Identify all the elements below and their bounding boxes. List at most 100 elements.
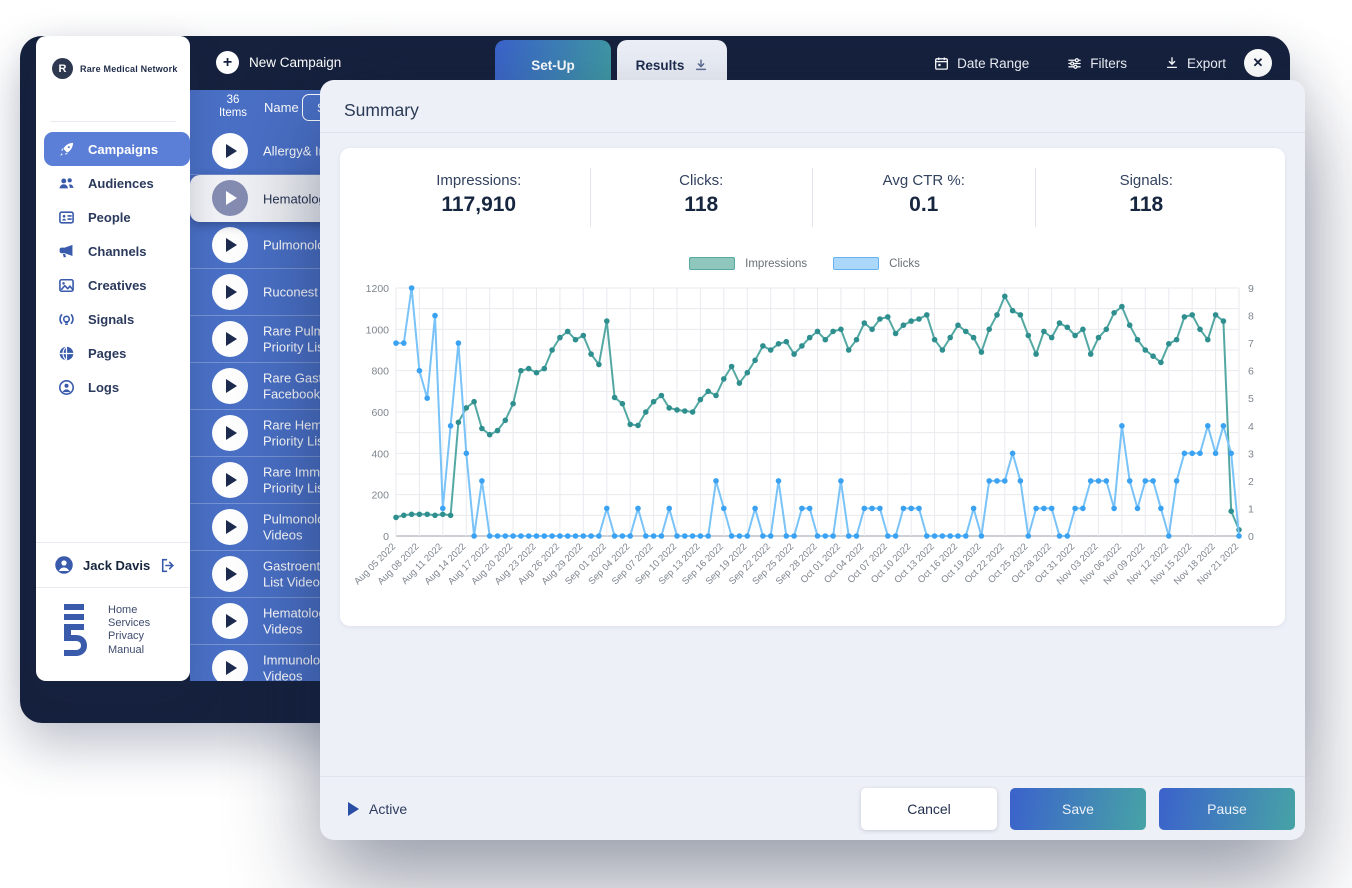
stat-avg-ctr: Avg CTR %: 0.1: [813, 168, 1036, 227]
new-campaign-button[interactable]: + New Campaign: [216, 51, 341, 74]
close-icon[interactable]: ✕: [1244, 49, 1272, 77]
stat-impressions: Impressions: 117,910: [368, 168, 591, 227]
divider: [50, 121, 176, 122]
play-icon[interactable]: [212, 274, 248, 310]
sidebar-item-channels[interactable]: Channels: [36, 234, 190, 268]
footer-link-manual[interactable]: Manual: [108, 644, 150, 657]
footer-links: Home Services Privacy Manual: [108, 604, 150, 657]
play-icon[interactable]: [212, 556, 248, 592]
user-name: Jack Davis: [83, 558, 150, 573]
user-row: Jack Davis: [36, 542, 190, 588]
results-chart: 0200400600800100012000123456789Aug 05 20…: [354, 272, 1285, 615]
sidebar-item-creatives[interactable]: Creatives: [36, 268, 190, 302]
globe-icon: [58, 345, 75, 362]
user-avatar-icon: [54, 555, 74, 575]
sidebar-item-label: Logs: [88, 380, 119, 395]
sidebar-item-label: Channels: [88, 244, 147, 259]
screen: + New Campaign Set-Up Results: [0, 0, 1352, 888]
export-button[interactable]: Export: [1165, 56, 1226, 71]
logout-icon[interactable]: [159, 557, 176, 574]
play-icon[interactable]: [212, 462, 248, 498]
svg-text:7: 7: [1248, 338, 1254, 350]
svg-text:8: 8: [1248, 311, 1254, 323]
sidebar-item-label: Signals: [88, 312, 134, 327]
sidebar-item-people[interactable]: People: [36, 200, 190, 234]
tab-set-up-label: Set-Up: [531, 58, 575, 73]
brand-logo-icon: R: [52, 58, 73, 79]
rocket-icon: [58, 141, 75, 158]
play-icon[interactable]: [212, 321, 248, 357]
svg-text:1: 1: [1248, 503, 1254, 515]
sidebar-item-campaigns[interactable]: Campaigns: [44, 132, 190, 166]
download-icon[interactable]: [694, 58, 708, 72]
play-icon[interactable]: [212, 133, 248, 169]
play-icon[interactable]: [212, 227, 248, 263]
play-icon: [348, 802, 359, 816]
play-icon[interactable]: [212, 180, 248, 216]
footer: Home Services Privacy Manual: [36, 588, 190, 681]
footer-link-privacy[interactable]: Privacy: [108, 630, 150, 643]
date-range-button[interactable]: Date Range: [934, 56, 1029, 71]
play-icon[interactable]: [212, 368, 248, 404]
signal-bulb-icon: [58, 311, 75, 328]
tab-results-label: Results: [636, 58, 685, 73]
sidebar-item-label: People: [88, 210, 131, 225]
svg-text:0: 0: [383, 531, 389, 543]
chart-legend: Impressions Clicks: [340, 257, 1285, 270]
play-icon[interactable]: [212, 603, 248, 639]
play-icon[interactable]: [212, 415, 248, 451]
export-label: Export: [1187, 56, 1226, 71]
page-title: Summary: [344, 100, 419, 121]
sidebar-item-logs[interactable]: Logs: [36, 370, 190, 404]
svg-text:400: 400: [371, 448, 389, 460]
stat-clicks: Clicks: 118: [591, 168, 814, 227]
megaphone-icon: [58, 243, 75, 260]
stat-signals: Signals: 118: [1036, 168, 1258, 227]
export-download-icon: [1165, 56, 1179, 70]
legend-label-impressions: Impressions: [745, 258, 807, 270]
brand: R Rare Medical Network: [36, 36, 190, 79]
modal-footer: Active Cancel Save Pause: [320, 776, 1305, 840]
stats-row: Impressions: 117,910 Clicks: 118 Avg CTR…: [368, 168, 1257, 227]
new-campaign-label: New Campaign: [249, 55, 341, 70]
svg-text:200: 200: [371, 490, 389, 502]
filters-label: Filters: [1090, 56, 1127, 71]
cancel-button[interactable]: Cancel: [861, 788, 997, 830]
date-range-label: Date Range: [957, 56, 1029, 71]
people-group-icon: [58, 175, 75, 192]
sidebar-item-pages[interactable]: Pages: [36, 336, 190, 370]
divider: [320, 132, 1305, 133]
plus-icon: +: [216, 51, 239, 74]
footer-logo-icon: [56, 604, 96, 661]
filters-button[interactable]: Filters: [1067, 56, 1127, 71]
footer-link-services[interactable]: Services: [108, 617, 150, 630]
pause-button[interactable]: Pause: [1159, 788, 1295, 830]
svg-text:800: 800: [371, 366, 389, 378]
contact-card-icon: [58, 209, 75, 226]
brand-name: Rare Medical Network: [80, 64, 178, 74]
items-count: 36Items: [208, 94, 258, 120]
sidebar: R Rare Medical Network Campaigns: [36, 36, 190, 681]
sidebar-item-label: Pages: [88, 346, 126, 361]
svg-text:0: 0: [1248, 531, 1254, 543]
status-label: Active: [369, 801, 407, 817]
play-icon[interactable]: [212, 650, 248, 681]
sidebar-bottom: Jack Davis Home Services Privacy: [36, 542, 190, 681]
status-badge: Active: [348, 801, 407, 817]
user-circle-icon: [58, 379, 75, 396]
sidebar-item-signals[interactable]: Signals: [36, 302, 190, 336]
sidebar-item-label: Campaigns: [88, 142, 158, 157]
save-button[interactable]: Save: [1010, 788, 1146, 830]
legend-label-clicks: Clicks: [889, 258, 920, 270]
sidebar-item-label: Audiences: [88, 176, 154, 191]
svg-text:2: 2: [1248, 476, 1254, 488]
footer-link-home[interactable]: Home: [108, 604, 150, 617]
legend-swatch-clicks: [833, 257, 879, 270]
name-column-header: Name: [264, 100, 299, 115]
sidebar-nav: Campaigns Audiences: [36, 132, 190, 404]
svg-text:5: 5: [1248, 393, 1254, 405]
footer-buttons: Cancel Save Pause: [861, 788, 1305, 830]
sidebar-item-audiences[interactable]: Audiences: [36, 166, 190, 200]
legend-swatch-impressions: [689, 257, 735, 270]
play-icon[interactable]: [212, 509, 248, 545]
